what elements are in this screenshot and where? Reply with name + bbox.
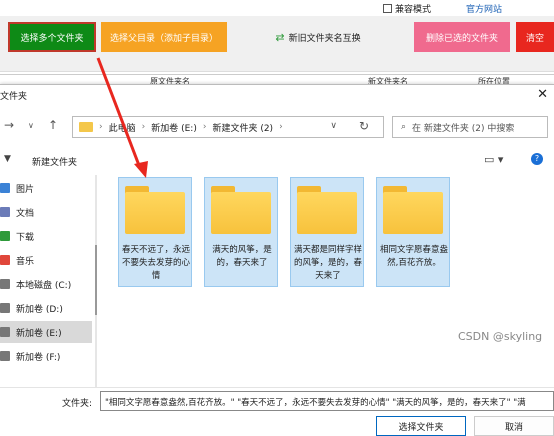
clear-button[interactable]: 清空 bbox=[516, 22, 554, 52]
swap-icon: ⇄ bbox=[275, 30, 285, 44]
crumb-this-pc[interactable]: 此电脑 bbox=[109, 121, 136, 134]
folder-icon bbox=[297, 186, 357, 234]
dialog-title: 文件夹 bbox=[0, 92, 28, 102]
cancel-button[interactable]: 取消 bbox=[474, 416, 554, 436]
sidebar-label: 下载 bbox=[16, 232, 35, 243]
folder-item[interactable]: 满天都是同样字样的风筝，是的，春天来了 bbox=[290, 177, 364, 287]
drive-icon bbox=[0, 279, 10, 289]
sidebar-label: 新加卷 (F:) bbox=[16, 352, 61, 363]
table-header: 原文件夹名 新文件夹名 所在位置 bbox=[0, 74, 554, 86]
sidebar-item-drive-d[interactable]: 新加卷 (D:) bbox=[0, 297, 92, 319]
filename-input[interactable]: "相同文字愿春意盎然,百花齐放。" "春天不远了，永远不要失去发芽的心情" "满… bbox=[100, 391, 554, 411]
help-icon[interactable]: ? bbox=[531, 153, 543, 165]
folder-picker-dialog: 文件夹 ✕ → ∨ ↑ › 此电脑 › 新加卷 (E:) › 新建文件夹 (2)… bbox=[0, 84, 554, 436]
folder-label: 满天都是同样字样的风筝，是的，春天来了 bbox=[293, 245, 362, 281]
compat-mode-label: 兼容模式 bbox=[395, 5, 432, 15]
sidebar-item-pictures[interactable]: 图片 bbox=[0, 177, 92, 199]
crumb-folder[interactable]: 新建文件夹 (2) bbox=[212, 121, 273, 134]
select-folder-button[interactable]: 选择文件夹 bbox=[376, 416, 466, 436]
chevron-icon: › bbox=[141, 122, 146, 132]
folder-label: 满天的风筝，是的，春天来了 bbox=[212, 245, 272, 268]
search-placeholder: 在 新建文件夹 (2) 中搜索 bbox=[412, 123, 515, 134]
new-folder-button[interactable]: 新建文件夹 bbox=[32, 155, 77, 168]
close-icon[interactable]: ✕ bbox=[537, 87, 548, 102]
sidebar-item-drive-c[interactable]: 本地磁盘 (C:) bbox=[0, 273, 92, 295]
nav-bar: → ∨ ↑ › 此电脑 › 新加卷 (E:) › 新建文件夹 (2) › ∨ ↻… bbox=[0, 113, 554, 139]
filename-label: 文件夹: bbox=[62, 399, 93, 409]
folder-item[interactable]: 满天的风筝，是的，春天来了 bbox=[204, 177, 278, 287]
sidebar-item-documents[interactable]: 文档 bbox=[0, 201, 92, 223]
documents-icon bbox=[0, 207, 10, 217]
app-top-bar: 兼容模式 官方网站 bbox=[0, 0, 554, 16]
recent-dropdown-icon[interactable]: ∨ bbox=[28, 121, 34, 130]
sidebar-label: 本地磁盘 (C:) bbox=[16, 280, 72, 291]
swap-label: 新旧文件夹名互换 bbox=[288, 33, 361, 44]
search-icon: ⌕ bbox=[401, 122, 407, 132]
refresh-icon[interactable]: ↻ bbox=[359, 119, 369, 133]
nav-pane: 图片 文档 下载 音乐 本地磁盘 (C:) 新加卷 (D:) 新加卷 (E:) … bbox=[0, 175, 92, 397]
folder-item[interactable]: 相同文字愿春意盎然,百花齐放。 bbox=[376, 177, 450, 287]
official-site-link[interactable]: 官方网站 bbox=[466, 2, 502, 15]
swap-names-button[interactable]: ⇄ 新旧文件夹名互换 bbox=[258, 22, 378, 52]
folder-icon bbox=[125, 186, 185, 234]
sidebar-label: 音乐 bbox=[16, 256, 35, 267]
sidebar-label: 新加卷 (D:) bbox=[16, 304, 63, 315]
sidebar-label: 文档 bbox=[16, 208, 35, 219]
crumb-drive-e[interactable]: 新加卷 (E:) bbox=[151, 121, 197, 134]
folder-item[interactable]: 春天不远了，永远不要失去发芽的心情 bbox=[118, 177, 192, 287]
back-icon[interactable]: → bbox=[4, 118, 14, 132]
nav-scrollbar-thumb[interactable] bbox=[95, 245, 97, 315]
sidebar-item-music[interactable]: 音乐 bbox=[0, 249, 92, 271]
drive-icon bbox=[0, 327, 10, 337]
screen: 兼容模式 官方网站 选择多个文件夹 选择父目录（添加子目录） ⇄ 新旧文件夹名互… bbox=[0, 0, 554, 436]
sidebar-item-drive-f[interactable]: 新加卷 (F:) bbox=[0, 345, 92, 367]
chevron-icon: › bbox=[202, 122, 207, 132]
sidebar-label: 图片 bbox=[16, 184, 35, 195]
sidebar-label: 新加卷 (E:) bbox=[16, 328, 62, 339]
drive-icon bbox=[0, 351, 10, 361]
folder-icon bbox=[79, 122, 93, 132]
chevron-icon: › bbox=[279, 122, 283, 132]
organize-dropdown-icon[interactable]: ▼ bbox=[4, 154, 11, 164]
select-parent-button[interactable]: 选择父目录（添加子目录） bbox=[101, 22, 227, 52]
watermark: CSDN @skyling bbox=[458, 330, 543, 343]
up-icon[interactable]: ↑ bbox=[48, 118, 58, 132]
folder-icon bbox=[383, 186, 443, 234]
checkbox-box[interactable] bbox=[383, 4, 392, 13]
select-folders-button[interactable]: 选择多个文件夹 bbox=[8, 22, 96, 52]
folder-label: 相同文字愿春意盎然,百花齐放。 bbox=[379, 245, 448, 268]
chevron-icon: › bbox=[99, 122, 103, 132]
delete-selected-button[interactable]: 删除已选的文件夹 bbox=[414, 22, 510, 52]
folder-label: 春天不远了，永远不要失去发芽的心情 bbox=[121, 245, 190, 281]
sidebar-item-downloads[interactable]: 下载 bbox=[0, 225, 92, 247]
dialog-footer: 文件夹: "相同文字愿春意盎然,百花齐放。" "春天不远了，永远不要失去发芽的心… bbox=[0, 387, 554, 436]
search-input[interactable]: ⌕ 在 新建文件夹 (2) 中搜索 bbox=[392, 116, 548, 138]
view-icon[interactable]: ▭ ▾ bbox=[484, 153, 503, 166]
downloads-icon bbox=[0, 231, 10, 241]
drive-icon bbox=[0, 303, 10, 313]
dialog-toolbar: ▼ 新建文件夹 ▭ ▾ ? bbox=[0, 147, 554, 173]
address-bar[interactable]: › 此电脑 › 新加卷 (E:) › 新建文件夹 (2) › ∨ ↻ bbox=[72, 116, 384, 138]
compat-mode-checkbox[interactable]: 兼容模式 bbox=[383, 2, 431, 15]
sidebar-item-drive-e[interactable]: 新加卷 (E:) bbox=[0, 321, 92, 343]
chevron-down-icon[interactable]: ∨ bbox=[330, 121, 337, 131]
music-icon bbox=[0, 255, 10, 265]
pictures-icon bbox=[0, 183, 10, 193]
folder-icon bbox=[211, 186, 271, 234]
